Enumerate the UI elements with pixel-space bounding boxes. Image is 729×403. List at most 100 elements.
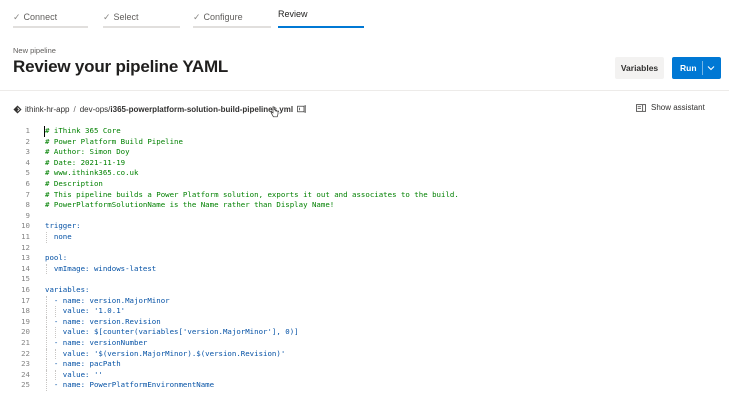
file-name[interactable]: i365-powerplatform-solution-build-pipeli… [110,105,293,114]
line-number: 22 [21,348,30,358]
step-label: Select [113,12,139,22]
line-number: 24 [21,369,30,379]
breadcrumb: ithink-hr-app / dev-ops/i365-powerplatfo… [13,103,307,115]
line-number: 10 [21,221,30,231]
header-divider [0,90,729,91]
code-text: vmImage: windows-latest [45,263,157,273]
code-line[interactable]: 4 # Date: 2021-11-19 [0,158,729,169]
code-text: # This pipeline builds a Power Platform … [45,189,459,199]
code-text: # Power Platform Build Pipeline [45,136,183,146]
checkmark-icon: ✓ [193,12,201,22]
code-line[interactable]: 8 # PowerPlatformSolutionName is the Name… [0,200,729,211]
code-line[interactable]: 25 - name: PowerPlatformEnvironmentName [0,380,729,391]
code-text: - name: PowerPlatformEnvironmentName [45,380,215,390]
code-line[interactable]: 21 - name: versionNumber [0,338,729,349]
code-line[interactable]: 23 - name: pacPath [0,359,729,370]
code-text: pool: [45,253,68,263]
repo-name[interactable]: ithink-hr-app [25,105,69,114]
line-number: 19 [21,316,30,326]
line-number: 14 [21,263,30,273]
code-line[interactable]: 10 trigger: [0,221,729,232]
step-label: Configure [203,12,243,22]
code-line[interactable]: 20 value: $[counter(variables['version.M… [0,327,729,338]
line-number: 20 [21,327,30,337]
code-text: - name: versionNumber [45,338,148,347]
line-number: 2 [25,136,30,146]
code-line[interactable]: 11 none [0,232,729,243]
code-line[interactable]: 9 [0,211,729,222]
repo-icon [13,104,22,114]
code-text: value: '1.0.1' [45,306,126,316]
step-underline [13,26,88,28]
code-line[interactable]: 16 variables: [0,285,729,296]
step-underline [193,26,271,28]
code-line[interactable]: 22 value: '$(version.MajorMinor).$(versi… [0,348,729,360]
code-text: # PowerPlatformSolutionName is the Name … [45,200,335,210]
text-caret [44,126,45,137]
code-text: # iThink 365 Core [45,126,121,135]
line-number: 23 [21,359,30,369]
line-number: 3 [25,147,30,157]
code-text: value: $[counter(variables['version.Majo… [45,327,299,337]
step-connect[interactable]: ✓ Connect [13,0,88,30]
folder-path: dev-ops/ [79,104,111,114]
code-line[interactable]: 15 [0,274,729,285]
line-number: 7 [25,189,30,199]
variables-button[interactable]: Variables [615,57,664,79]
step-label: Connect [23,12,58,22]
line-number: 5 [25,168,30,178]
step-label: Review [278,9,308,19]
code-line[interactable]: 3 # Author: Simon Doy [0,147,729,158]
page-subtitle: New pipeline [13,46,56,55]
rename-file-icon[interactable] [297,105,307,113]
step-underline-active [278,26,364,28]
code-line[interactable]: 1 # iThink 365 Core [0,126,729,137]
line-number: 9 [25,210,30,220]
line-number: 11 [21,232,30,241]
checkmark-icon: ✓ [13,12,21,22]
line-number: 25 [21,380,30,390]
code-line[interactable]: 5 # www.ithink365.co.uk [0,168,729,179]
run-button[interactable]: Run [672,57,721,79]
show-assistant-button[interactable]: Show assistant [636,103,705,112]
code-line[interactable]: 7 # This pipeline builds a Power Platform… [0,190,729,201]
code-line[interactable]: 6 # Description [0,179,729,190]
run-divider [702,61,703,75]
line-number: 6 [25,179,30,188]
code-line[interactable]: 19 - name: version.Revision [0,316,729,328]
code-line[interactable]: 13 pool: [0,253,729,264]
line-number: 4 [25,157,30,167]
code-line[interactable]: 24 value: '' [0,369,729,381]
yaml-editor[interactable]: 1 # iThink 365 Core 2 # Power Platform Buil… [0,126,729,403]
line-number: 12 [21,242,30,252]
code-line[interactable]: 17 - name: version.MajorMinor [0,295,729,307]
step-configure[interactable]: ✓ Configure [193,0,271,30]
code-text: none [45,232,72,241]
code-text: value: '$(version.MajorMinor).$(version.… [45,348,286,358]
code-text: - name: version.Revision [45,316,161,326]
chevron-down-icon[interactable] [706,63,716,73]
code-text: - name: version.MajorMinor [45,295,170,305]
code-line[interactable]: 12 [0,243,729,254]
code-text: # Date: 2021-11-19 [45,157,126,167]
code-text: # Description [45,179,103,188]
line-number: 1 [25,126,30,135]
breadcrumb-separator: / [73,104,76,114]
step-underline [103,26,180,28]
run-label: Run [680,63,697,73]
code-line[interactable]: 18 value: '1.0.1' [0,306,729,317]
mouse-pointer-icon [270,106,279,118]
checkmark-icon: ✓ [103,12,111,22]
code-text: variables: [45,285,90,294]
code-line[interactable]: 14 vmImage: windows-latest [0,263,729,275]
wizard-steps: ✓ Connect ✓ Select ✓ Configure Review [13,0,729,30]
line-number: 15 [21,274,30,284]
line-number: 21 [21,338,30,347]
line-number: 18 [21,306,30,316]
step-select[interactable]: ✓ Select [103,0,180,30]
code-line[interactable]: 2 # Power Platform Build Pipeline [0,137,729,148]
assistant-panel-icon [636,103,646,112]
code-text: - name: pacPath [45,359,121,369]
step-review[interactable]: Review [278,0,364,30]
code-text: value: '' [45,369,103,379]
